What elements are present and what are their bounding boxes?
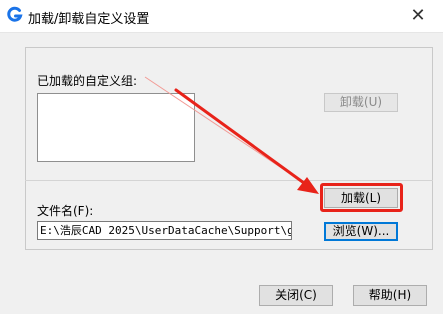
close-button[interactable]: 关闭(C) (259, 285, 333, 306)
window-title: 加载/卸载自定义设置 (28, 12, 150, 27)
group-separator (25, 180, 433, 181)
close-window-button[interactable]: ✕ (401, 2, 435, 30)
app-logo-icon (7, 6, 23, 22)
loaded-groups-list[interactable] (37, 93, 195, 162)
filename-field[interactable]: E:\浩辰CAD 2025\UserDataCache\Support\gc (37, 221, 292, 240)
browse-button[interactable]: 浏览(W)... (324, 222, 398, 241)
filename-label: 文件名(F): (37, 204, 94, 218)
title-bar: 加载/卸载自定义设置 ✕ (0, 0, 443, 33)
help-button[interactable]: 帮助(H) (353, 285, 427, 306)
unload-button[interactable]: 卸载(U) (324, 93, 398, 112)
loaded-groups-label: 已加载的自定义组: (37, 74, 138, 88)
annotation-highlight-box (320, 183, 403, 212)
